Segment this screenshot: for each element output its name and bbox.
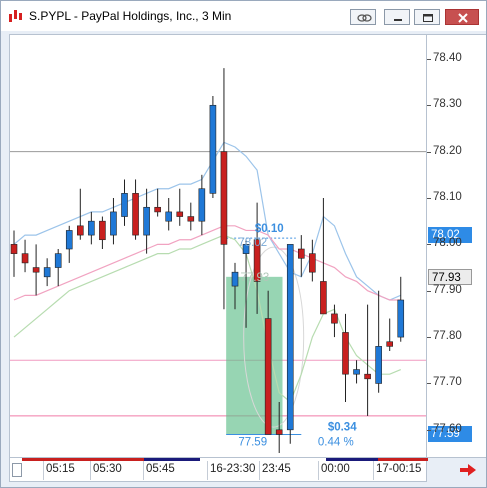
time-tick-label: 05:15 [46,463,75,475]
measure-bottom-price-label: 77.59 [238,436,267,448]
measure-top-price-label: 78.02 [238,237,267,249]
price-tick-label: 78.10 [433,191,462,203]
scroll-handle[interactable] [12,463,22,477]
candle-up [209,104,217,194]
candle-up [143,206,150,236]
close-button[interactable] [445,9,479,25]
minimize-icon [394,19,402,21]
candle-up [231,271,239,287]
candle-up [43,267,51,278]
session-bar [200,458,326,461]
candle-down [342,332,349,375]
time-tick-separator [259,461,260,480]
time-tick-label: 17-00:15 [376,463,422,475]
price-tick-mark [427,58,431,60]
candle-up [353,369,360,375]
candle-down [275,429,283,435]
candle-up [397,299,405,338]
candle-up [54,253,62,268]
candle-up [165,211,172,222]
time-tick-label: 16-23:30 [210,463,256,475]
time-tick-separator [90,461,91,480]
session-bar [144,458,200,461]
price-tick-label: 77.90 [433,283,462,296]
session-bar [378,458,428,461]
price-tick-label: 78.00 [433,237,462,250]
time-tick-label: 05:45 [146,463,175,475]
link-icon [357,14,372,22]
price-chart-area[interactable]: $0.10 78.02 77.93 $0.34 77.59 0.44 % [9,34,427,458]
candle-up [375,346,382,384]
candle-down [220,151,228,245]
price-tick-mark [427,337,431,339]
time-tick-separator [318,461,319,480]
candle-up [198,188,206,222]
candle-down [264,318,272,435]
candle-down [187,216,195,222]
candle-up [110,211,117,236]
candle-down [10,244,18,254]
candle-up [121,193,128,217]
session-bar [326,458,378,461]
candle-down [132,193,139,236]
time-tick-separator [207,461,208,480]
measure-bottom-change-label: $0.34 [328,421,357,433]
restore-button[interactable] [414,9,440,25]
time-tick-label: 05:30 [93,463,122,475]
candle-down [99,220,106,241]
price-tag-last: 77.93 [428,268,472,285]
candle-down [386,341,394,347]
candle-up [65,230,73,250]
price-tick-mark [427,105,431,107]
measure-mid-price-label: 77.93 [241,272,270,284]
price-tick-label: 77.80 [433,330,462,343]
time-tick-label: 23:45 [262,463,291,475]
candle-down [297,248,305,259]
candle-down [309,253,316,273]
price-tick-label: 78.40 [433,51,462,64]
minimize-button[interactable] [384,9,410,25]
candle-down [320,281,327,315]
measure-bottom-pct-label: 0.44 % [318,436,354,448]
candle-down [154,206,161,213]
candle-down [77,225,84,236]
time-axis[interactable]: 05:15 05:30 05:45 16-23:30 23:45 00:00 17-00:1… [9,458,428,482]
candle-down [32,267,40,273]
price-tick-mark [427,290,431,292]
price-tick-label: 77.70 [433,376,462,389]
price-tick-mark [427,429,431,431]
restore-icon [423,14,433,22]
candle-up [286,244,294,431]
candle-down [21,253,29,264]
price-tick-mark [427,151,431,153]
session-bar [22,458,144,461]
price-tick-mark [427,383,431,385]
price-tick-label: 78.20 [433,144,462,157]
bollinger-upper-line [13,141,401,301]
price-tick-mark [427,244,431,246]
close-icon [458,13,468,23]
chart-app-icon [9,10,22,22]
price-tick-label: 78.30 [433,98,462,111]
chart-window: S.PYPL - PayPal Holdings, Inc., 3 Min $0… [0,0,487,488]
time-tick-label: 00:00 [321,463,350,475]
link-button[interactable] [350,9,376,25]
title-bar[interactable]: S.PYPL - PayPal Holdings, Inc., 3 Min [1,1,486,31]
candlestick-chart[interactable]: $0.10 78.02 77.93 $0.34 77.59 0.44 % [10,35,427,458]
candle-down [331,313,338,324]
price-tick-mark [427,198,431,199]
moving-average-green-line [13,234,401,403]
candle-down [176,211,184,217]
time-tick-separator [43,461,44,480]
time-tick-separator [373,461,374,480]
scroll-right-arrow-icon[interactable] [459,463,477,477]
time-tick-separator [143,461,144,480]
price-axis[interactable]: 78.02 77.93 77.59 78.40 78.30 78.20 78.10 78… [427,34,486,458]
window-title: S.PYPL - PayPal Holdings, Inc., 3 Min [29,9,232,23]
candle-down [364,373,371,380]
candle-up [88,220,95,236]
price-tick-label: 77.60 [433,422,462,435]
measure-top-change-label: $0.10 [255,223,284,235]
